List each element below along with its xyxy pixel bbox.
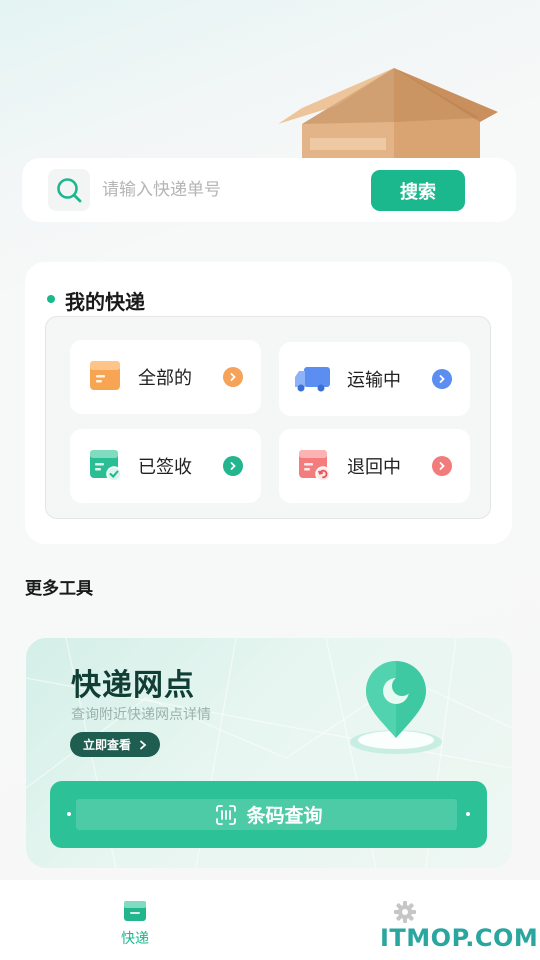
status-label: 全部的 — [138, 368, 192, 389]
search-bar: 搜索 — [22, 158, 516, 222]
barcode-query-button[interactable]: 条码查询 — [50, 781, 487, 848]
more-tools-title: 更多工具 — [25, 579, 93, 599]
search-button[interactable]: 搜索 — [371, 170, 465, 211]
express-outlet-card[interactable]: 快递网点 查询附近快递网点详情 立即查看 条码查询 — [26, 638, 512, 868]
outlet-card-title: 快递网点 — [71, 668, 195, 703]
view-now-button[interactable]: 立即查看 — [70, 732, 160, 757]
my-express-card: 我的快递 全部的 运输中 已签收 退回中 — [25, 262, 512, 544]
tab-label: 快递 — [121, 931, 149, 947]
signed-package-icon — [90, 450, 122, 482]
status-label: 运输中 — [347, 370, 401, 391]
status-label: 退回中 — [347, 457, 401, 478]
gear-icon — [394, 901, 416, 923]
tab-express[interactable]: 快递 — [75, 900, 195, 954]
status-tile-returning[interactable]: 退回中 — [279, 429, 470, 503]
barcode-scan-icon — [216, 804, 237, 825]
chevron-right-icon — [432, 369, 452, 389]
chevron-right-icon — [140, 740, 147, 749]
scan-dot — [67, 812, 71, 816]
express-status-panel: 全部的 运输中 已签收 退回中 — [45, 316, 491, 519]
my-express-title: 我的快递 — [65, 290, 145, 314]
truck-icon — [295, 367, 330, 392]
scan-dot — [466, 812, 470, 816]
chevron-right-icon — [432, 456, 452, 476]
watermark-text: ITMOP.COM — [380, 924, 539, 952]
tracking-number-input[interactable] — [102, 174, 364, 206]
barcode-query-label: 条码查询 — [246, 805, 323, 827]
barcode-query-content: 条码查询 — [214, 801, 323, 828]
package-tab-icon — [124, 901, 146, 921]
package-icon — [90, 361, 120, 390]
outlet-card-subtitle: 查询附近快递网点详情 — [71, 707, 211, 723]
status-tile-signed[interactable]: 已签收 — [70, 429, 261, 503]
search-icon[interactable] — [48, 169, 90, 211]
return-package-icon — [299, 450, 331, 482]
view-now-label: 立即查看 — [82, 738, 131, 752]
status-tile-in-transit[interactable]: 运输中 — [279, 342, 470, 416]
section-dot — [47, 295, 55, 303]
location-pin-icon — [350, 661, 442, 754]
chevron-right-icon — [223, 367, 243, 387]
status-tile-all[interactable]: 全部的 — [70, 340, 261, 414]
cardboard-box-illustration — [278, 68, 498, 160]
chevron-right-icon — [223, 456, 243, 476]
status-label: 已签收 — [138, 457, 192, 478]
